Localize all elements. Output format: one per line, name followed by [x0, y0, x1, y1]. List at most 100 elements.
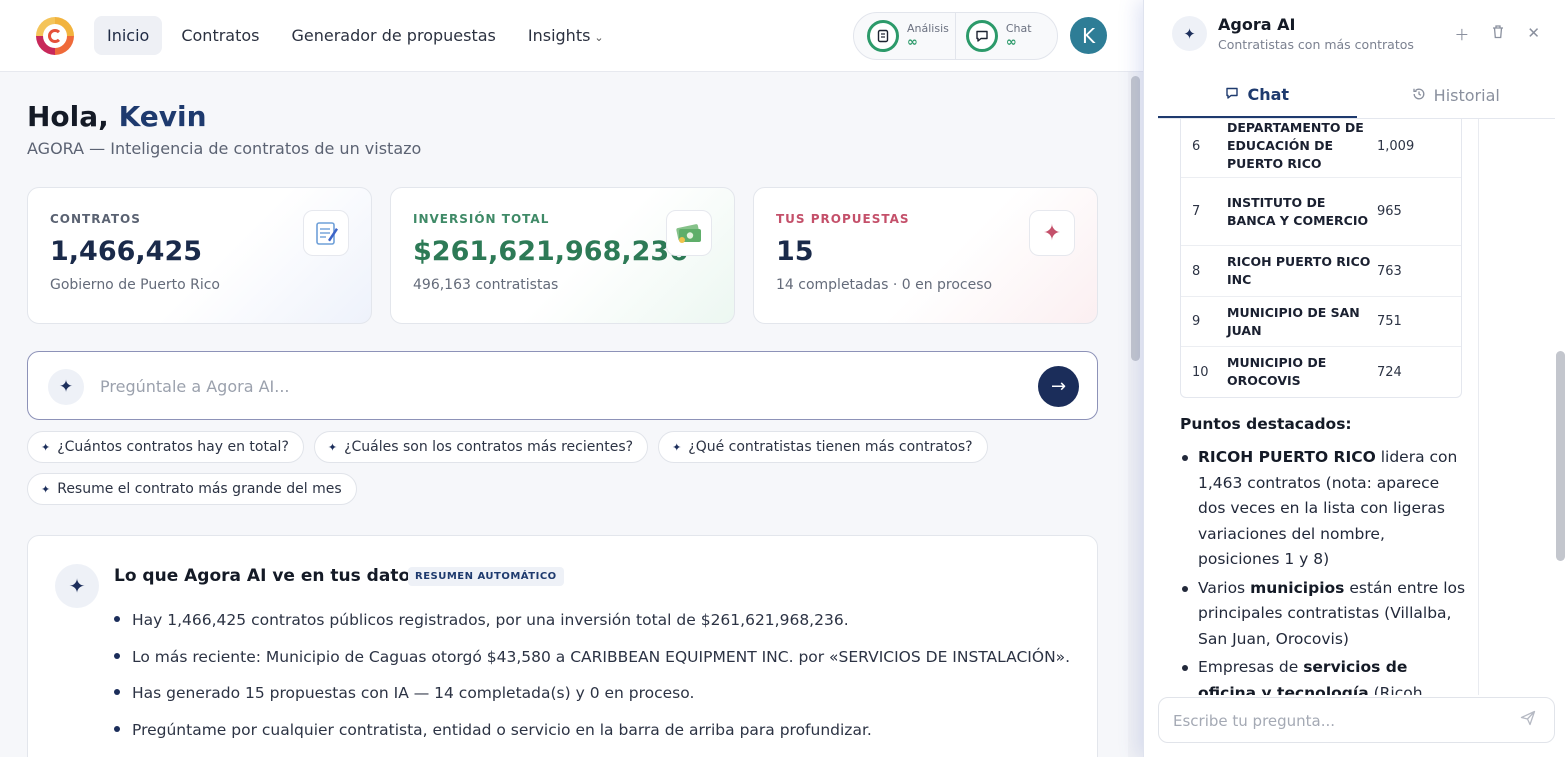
- suggestion-chip[interactable]: ✦ ¿Cuáles son los contratos más recientes…: [313, 431, 649, 463]
- chat-usage[interactable]: Chat ∞: [954, 13, 1032, 59]
- scrollbar-thumb[interactable]: [1556, 351, 1565, 561]
- sparkle-icon: ✦: [48, 369, 84, 405]
- main-scrollbar[interactable]: [1128, 72, 1143, 757]
- panel-actions: ＋ ✕: [1454, 24, 1540, 45]
- chat-messages: 6 DEPARTAMENTO DE EDUCACIÓN DE PUERTO RI…: [1180, 119, 1480, 695]
- highlight-text: lidera con 1,463 contratos (nota: aparec…: [1198, 448, 1458, 568]
- highlight-bold: RICOH PUERTO RICO: [1198, 448, 1376, 466]
- chevron-down-icon: ⌄: [594, 31, 604, 44]
- sparkle-icon: ✦: [41, 440, 51, 454]
- insight-item: Lo más reciente: Municipio de Caguas oto…: [114, 639, 1070, 676]
- nav-item-contratos[interactable]: Contratos: [168, 16, 272, 55]
- sparkle-icon: ✦: [41, 482, 51, 496]
- count-cell: 965: [1377, 204, 1402, 219]
- ask-input[interactable]: [100, 372, 1000, 400]
- analysis-value: ∞: [907, 35, 918, 50]
- chat-input[interactable]: [1173, 708, 1503, 734]
- avatar-initial: K: [1081, 23, 1096, 48]
- highlights-title: Puntos destacados:: [1180, 415, 1352, 433]
- user-name: Kevin: [118, 100, 207, 133]
- contractor-cell: MUNICIPIO DE OROCOVIS: [1227, 355, 1327, 388]
- table-row: 10 MUNICIPIO DE OROCOVIS 724: [1181, 346, 1461, 397]
- table-row: 9 MUNICIPIO DE SAN JUAN 751: [1181, 296, 1461, 346]
- count-cell: 1,009: [1377, 138, 1415, 154]
- send-icon[interactable]: [1520, 710, 1536, 730]
- page-subtitle: AGORA — Inteligencia de contratos de un …: [27, 139, 422, 158]
- insight-item: Hay 1,466,425 contratos públicos registr…: [114, 602, 1070, 639]
- tab-historial[interactable]: Historial: [1357, 72, 1556, 118]
- suggestion-chip[interactable]: ✦ ¿Qué contratistas tienen más contratos?: [658, 431, 988, 463]
- rank-cell: 8: [1192, 263, 1201, 279]
- chip-label: ¿Cuántos contratos hay en total?: [57, 439, 289, 455]
- nav-item-label: Inicio: [107, 26, 150, 45]
- rank-cell: 10: [1192, 364, 1209, 380]
- nav-item-label: Generador de propuestas: [291, 26, 496, 45]
- count-cell: 751: [1377, 314, 1402, 329]
- highlight-bold: municipios: [1250, 578, 1345, 597]
- contractor-cell: DEPARTAMENTO DE EDUCACIÓN DE PUERTO RICO: [1227, 120, 1364, 171]
- suggestion-chip[interactable]: ✦ ¿Cuántos contratos hay en total?: [27, 431, 304, 463]
- greeting-heading: Hola, Kevin: [27, 100, 207, 133]
- suggestion-chips: ✦ ¿Cuántos contratos hay en total? ✦ ¿Cuál…: [27, 431, 1107, 505]
- insight-item: Has generado 15 propuestas con IA — 14 c…: [114, 675, 1070, 712]
- contractor-cell: MUNICIPIO DE SAN JUAN: [1227, 304, 1360, 338]
- stat-sub: 14 completadas · 0 en proceso: [776, 277, 993, 293]
- sparkle-icon: ✦: [1172, 16, 1207, 51]
- chat-input-box: [1158, 697, 1555, 743]
- table-row: 8 RICOH PUERTO RICO INC 763: [1181, 245, 1461, 296]
- panel-subtitle: Contratistas con más contratos: [1218, 37, 1414, 52]
- agora-logo[interactable]: [36, 17, 74, 55]
- chip-label: ¿Qué contratistas tienen más contratos?: [688, 439, 973, 455]
- nav-item-inicio[interactable]: Inicio: [94, 16, 163, 55]
- stat-sub: 496,163 contratistas: [413, 277, 559, 293]
- money-icon: [666, 210, 712, 256]
- chip-label: ¿Cuáles son los contratos más recientes?: [344, 439, 634, 455]
- ask-agora-bar: ✦ →: [27, 351, 1098, 420]
- greeting-text: Hola,: [27, 100, 109, 133]
- rank-cell: 6: [1192, 138, 1201, 154]
- nav-item-label: Insights: [527, 26, 591, 45]
- memo-icon: [303, 210, 349, 256]
- nav-item-label: Contratos: [181, 26, 260, 45]
- contractor-ranking-table: 6 DEPARTAMENTO DE EDUCACIÓN DE PUERTO RI…: [1180, 119, 1462, 398]
- sparkle-icon: ✦: [1029, 210, 1075, 256]
- tab-chat[interactable]: Chat: [1158, 72, 1357, 118]
- analysis-usage[interactable]: Análisis ∞: [854, 13, 949, 59]
- send-arrow-button[interactable]: →: [1038, 366, 1079, 407]
- tab-label: Historial: [1433, 85, 1500, 105]
- user-avatar[interactable]: K: [1070, 17, 1107, 54]
- auto-summary-badge: RESUMEN AUTOMÁTICO: [408, 567, 564, 586]
- ai-insight-card: ✦ Lo que Agora AI ve en tus datos RESUME…: [27, 535, 1098, 757]
- scrollbar-thumb[interactable]: [1131, 76, 1140, 361]
- nav-item-generador[interactable]: Generador de propuestas: [279, 16, 509, 55]
- panel-scrollbar[interactable]: [1555, 119, 1567, 695]
- highlight-item: RICOH PUERTO RICO lidera con 1,463 contr…: [1180, 445, 1470, 573]
- panel-divider: [1478, 119, 1479, 695]
- chat-bubble-icon: [965, 20, 998, 52]
- trash-icon[interactable]: [1491, 24, 1505, 45]
- analysis-label: Análisis: [907, 22, 949, 35]
- insight-item: Pregúntame por cualquier contratista, en…: [114, 712, 1070, 749]
- close-icon[interactable]: ✕: [1527, 24, 1540, 45]
- main-nav: Inicio Contratos Generador de propuestas…: [94, 16, 617, 55]
- contractor-cell: INSTITUTO DE BANCA Y COMERCIO: [1227, 194, 1369, 228]
- highlight-text: Varios: [1198, 578, 1251, 597]
- suggestion-chip[interactable]: ✦ Resume el contrato más grande del mes: [27, 473, 357, 505]
- highlight-text: Empresas de: [1198, 658, 1304, 676]
- insight-list: Hay 1,466,425 contratos públicos registr…: [114, 602, 1070, 748]
- nav-item-insights[interactable]: Insights ⌄: [515, 16, 617, 55]
- chat-value: ∞: [1005, 35, 1017, 50]
- main-content: Hola, Kevin AGORA — Inteligencia de cont…: [0, 72, 1128, 757]
- count-cell: 724: [1377, 364, 1402, 380]
- chat-label: Chat: [1005, 22, 1032, 35]
- table-row: 7 INSTITUTO DE BANCA Y COMERCIO 965: [1181, 177, 1461, 245]
- sparkle-icon: ✦: [55, 564, 99, 608]
- insight-title: Lo que Agora AI ve en tus datos: [114, 566, 421, 586]
- stat-card-propuestas: TUS PROPUESTAS 15 14 completadas · 0 en …: [753, 187, 1098, 324]
- history-icon: [1412, 86, 1426, 105]
- contractor-cell: RICOH PUERTO RICO INC: [1227, 254, 1371, 287]
- panel-title: Agora AI: [1218, 15, 1296, 34]
- table-row: 6 DEPARTAMENTO DE EDUCACIÓN DE PUERTO RI…: [1181, 119, 1461, 177]
- plus-icon[interactable]: ＋: [1454, 24, 1469, 45]
- tab-label: Chat: [1247, 84, 1290, 104]
